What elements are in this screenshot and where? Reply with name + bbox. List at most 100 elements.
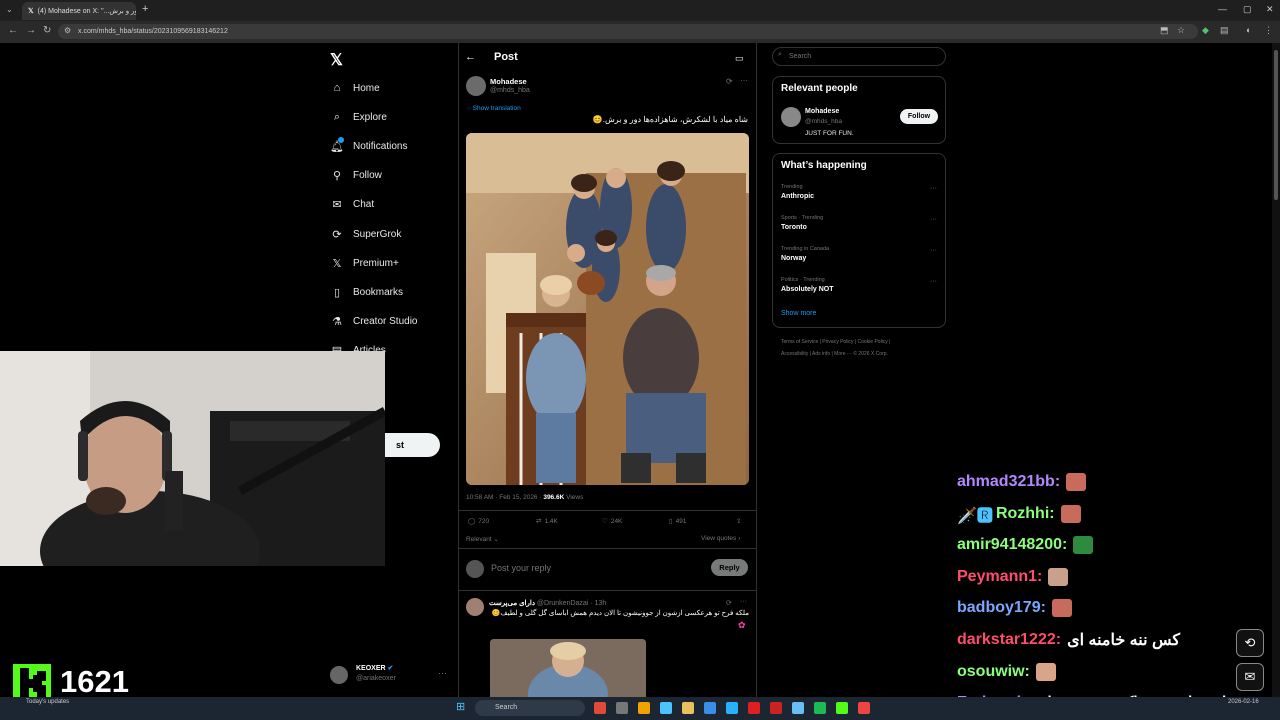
more-icon[interactable]: ··· <box>930 185 937 192</box>
back-icon[interactable]: ← <box>8 25 18 36</box>
nav-item-label: Explore <box>353 111 387 123</box>
taskbar-search[interactable]: Search <box>475 700 585 716</box>
grok-chat-icon[interactable]: ⟲ <box>1236 629 1264 657</box>
nav-item-premium-[interactable]: 𝕏 Premium+ <box>330 252 399 274</box>
follow-button[interactable]: Follow <box>900 109 938 124</box>
show-more-link[interactable]: Show more <box>781 310 816 317</box>
site-info-icon[interactable]: ⚙ <box>64 26 71 35</box>
task-view-icon[interactable] <box>616 702 628 714</box>
more-icon[interactable]: ··· <box>930 278 937 285</box>
more-icon[interactable]: ··· <box>740 598 747 605</box>
author-name[interactable]: Mohadese <box>490 77 527 86</box>
store-icon[interactable] <box>660 702 672 714</box>
steam-icon[interactable] <box>792 702 804 714</box>
nav-item-explore[interactable]: ⌕ Explore <box>330 106 387 128</box>
trend-name[interactable]: Toronto <box>781 224 807 231</box>
gmail-icon[interactable] <box>770 702 782 714</box>
post-photo[interactable] <box>466 133 749 485</box>
repost-action[interactable]: ⇄ 1.4K <box>536 517 558 526</box>
nav-item-follow[interactable]: ⚲ Follow <box>330 165 382 187</box>
nav-item-label: Home <box>353 82 380 94</box>
weather-widget[interactable]: Today's updates <box>26 699 69 705</box>
nav-item-chat[interactable]: ✉ Chat <box>330 194 374 216</box>
nav-item-bookmarks[interactable]: ▯ Bookmarks <box>330 281 403 303</box>
address-bar[interactable]: x.com/mhds_hba/status/202310956918314621… <box>58 24 1198 39</box>
more-icon[interactable]: ··· <box>930 216 937 223</box>
kick-icon[interactable] <box>836 702 848 714</box>
menu-icon[interactable]: ⋮ <box>1264 25 1273 36</box>
show-translation-link[interactable]: ◌ Show translation <box>467 105 521 112</box>
nav-item-supergrok[interactable]: ⟳ SuperGrok <box>330 223 401 245</box>
scrollbar-thumb[interactable] <box>1274 50 1278 200</box>
install-icon[interactable]: ⬒ <box>1160 25 1169 36</box>
profile-name: KEOXER ✔ <box>356 665 394 672</box>
new-tab-button[interactable]: + <box>142 3 148 15</box>
url-text: x.com/mhds_hba/status/202310956918314621… <box>78 28 228 35</box>
nav-item-home[interactable]: ⌂ Home <box>330 77 380 99</box>
comment-author[interactable]: دارای می‌پرست @DrunkenDazai · 13h <box>489 599 606 607</box>
post-button-label: st <box>395 440 404 450</box>
minimize-icon[interactable]: — <box>1218 4 1227 14</box>
forward-icon[interactable]: → <box>26 25 36 36</box>
bookmark-icon: ▯ <box>333 286 341 299</box>
more-icon[interactable]: ··· <box>930 247 937 254</box>
extension-icon[interactable]: ◆ <box>1202 25 1209 36</box>
relevant-person-name[interactable]: Mohadese <box>805 108 839 115</box>
reload-icon[interactable]: ↻ <box>43 25 51 36</box>
footer-links-2[interactable]: Accessibility | Ads info | More ··· © 20… <box>781 351 888 357</box>
notification-badge <box>338 137 344 143</box>
reply-action[interactable]: ◯ 720 <box>468 517 489 526</box>
trend-name[interactable]: Absolutely NOT <box>781 286 834 293</box>
messages-icon[interactable]: ✉ <box>1236 663 1264 691</box>
chat-username: Peymann1: <box>957 567 1043 585</box>
trend-name[interactable]: Norway <box>781 255 806 262</box>
youtube-icon[interactable] <box>748 702 760 714</box>
profile-avatar[interactable] <box>330 666 348 684</box>
app-icon[interactable] <box>726 702 738 714</box>
grok-icon[interactable]: ⟳ <box>726 77 733 86</box>
nav-item-label: Bookmarks <box>353 286 404 298</box>
reader-mode-icon[interactable]: ▭ <box>735 53 744 64</box>
author-handle[interactable]: @mhds_hba <box>490 87 530 94</box>
chat-username: darkstar1222: <box>957 631 1062 648</box>
chat-username: Rozhhi: <box>995 504 1055 522</box>
author-avatar[interactable] <box>466 76 486 96</box>
divider <box>458 590 757 591</box>
back-arrow-icon[interactable]: ← <box>465 51 476 63</box>
chat-message: darkstar1222: کس ننه خامنه ای <box>957 628 1180 652</box>
nav-item-creator-studio[interactable]: ⚗ Creator Studio <box>330 311 417 333</box>
like-action[interactable]: ♡ 24K <box>602 517 622 526</box>
search-input[interactable]: Search <box>772 47 946 66</box>
edge-icon[interactable] <box>704 702 716 714</box>
trend-name[interactable]: Anthropic <box>781 193 814 200</box>
obs-icon[interactable] <box>858 702 870 714</box>
more-icon[interactable]: ··· <box>740 76 748 85</box>
reply-avatar <box>466 560 484 578</box>
windows-start-icon[interactable]: ⊞ <box>456 700 465 713</box>
extensions-icon[interactable]: ▤ <box>1220 25 1229 36</box>
explorer-icon[interactable] <box>682 702 694 714</box>
share-action[interactable]: ⇪ <box>736 517 741 525</box>
browser-tab[interactable]: 𝕏 (4) Mohadese on X: "...دور و برش ✕ <box>22 2 136 20</box>
tab-list-icon[interactable]: ⌄ <box>6 5 13 14</box>
close-window-icon[interactable]: ✕ <box>1266 4 1274 15</box>
sort-dropdown[interactable]: Relevant ⌄ <box>466 535 499 543</box>
profile-icon[interactable]: ◐ <box>1246 25 1251 35</box>
app-icon[interactable] <box>594 702 606 714</box>
view-quotes-link[interactable]: View quotes › <box>701 535 740 542</box>
trend-meta: Trending in Canada <box>781 246 830 252</box>
more-icon[interactable]: ··· <box>438 668 447 678</box>
spotify-icon[interactable] <box>814 702 826 714</box>
bookmark-action[interactable]: ▯ 491 <box>669 517 686 526</box>
reply-button[interactable]: Reply <box>711 559 748 576</box>
chrome-icon[interactable] <box>638 702 650 714</box>
post-text: شاه میاد با لشکرش، شاهزاده‌ها دور و برش.… <box>592 115 748 124</box>
x-home-logo-icon[interactable]: 𝕏 <box>330 50 343 70</box>
grok-icon[interactable]: ⟳ <box>726 599 732 607</box>
relevant-person-avatar[interactable] <box>781 107 801 127</box>
maximize-icon[interactable]: ▢ <box>1243 4 1252 15</box>
star-icon[interactable]: ☆ <box>1177 25 1185 36</box>
reply-input[interactable]: Post your reply <box>491 563 551 573</box>
comment-avatar[interactable] <box>466 598 484 616</box>
footer-links[interactable]: Terms of Service | Privacy Policy | Cook… <box>781 339 890 345</box>
